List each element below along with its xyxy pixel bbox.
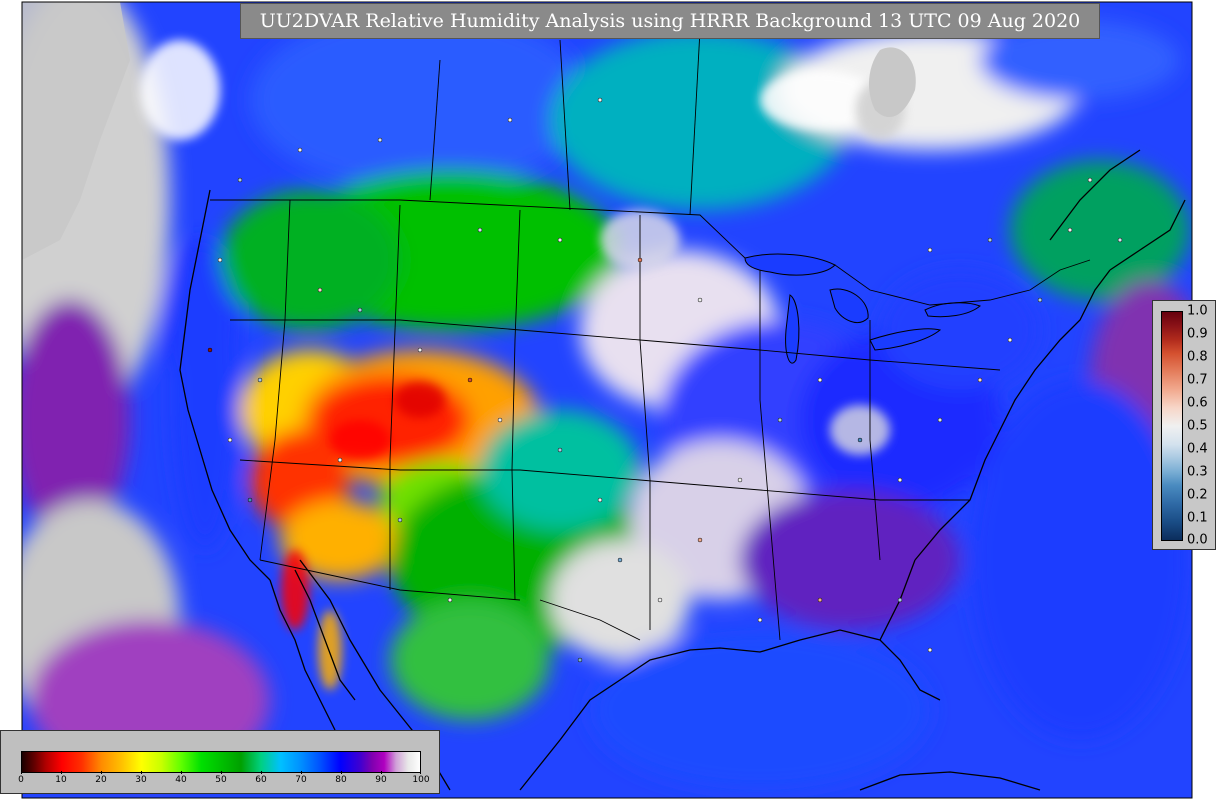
field-colorbar-panel: 0 10 20 30 40 50 60 70 80 90 100 [0, 730, 440, 794]
station-tick-label: 0.5 [1187, 418, 1208, 434]
field-tick-label: 70 [295, 775, 307, 785]
field-tick-label: 100 [412, 775, 430, 785]
map-title: UU2DVAR Relative Humidity Analysis using… [240, 3, 1100, 39]
field-colorbar [21, 751, 421, 773]
tickmark [101, 771, 102, 774]
field-tick-label: 20 [95, 775, 107, 785]
tickmark [61, 771, 62, 774]
humidity-map [21, 1, 1193, 799]
station-tick-label: 1.0 [1187, 303, 1208, 319]
station-tick-label: 0.8 [1187, 349, 1208, 365]
station-tick-label: 0.3 [1187, 464, 1208, 480]
tickmark [301, 771, 302, 774]
tickmark [181, 771, 182, 774]
tickmark [341, 771, 342, 774]
station-colorbar-panel: 1.0 0.9 0.8 0.7 0.6 0.5 0.4 0.3 0.2 0.1 … [1152, 300, 1216, 550]
station-tick-label: 0.0 [1187, 532, 1208, 548]
field-tick-label: 10 [55, 775, 67, 785]
field-tick-label: 80 [335, 775, 347, 785]
tickmark [381, 771, 382, 774]
tickmark [261, 771, 262, 774]
station-colorbar [1161, 311, 1183, 541]
field-tick-label: 0 [18, 775, 24, 785]
field-tick-label: 90 [375, 775, 387, 785]
tickmark [221, 771, 222, 774]
field-tick-label: 30 [135, 775, 147, 785]
tickmark [141, 771, 142, 774]
tickmark [420, 771, 421, 774]
map-figure: UU2DVAR Relative Humidity Analysis using… [0, 0, 1216, 800]
field-tick-label: 50 [215, 775, 227, 785]
station-tick-label: 0.2 [1187, 487, 1208, 503]
tickmark [21, 771, 22, 774]
field-tick-label: 60 [255, 775, 267, 785]
station-tick-label: 0.6 [1187, 395, 1208, 411]
station-tick-label: 0.4 [1187, 441, 1208, 457]
station-tick-label: 0.7 [1187, 372, 1208, 388]
station-tick-label: 0.1 [1187, 510, 1208, 526]
field-tick-label: 40 [175, 775, 187, 785]
station-tick-label: 0.9 [1187, 326, 1208, 342]
